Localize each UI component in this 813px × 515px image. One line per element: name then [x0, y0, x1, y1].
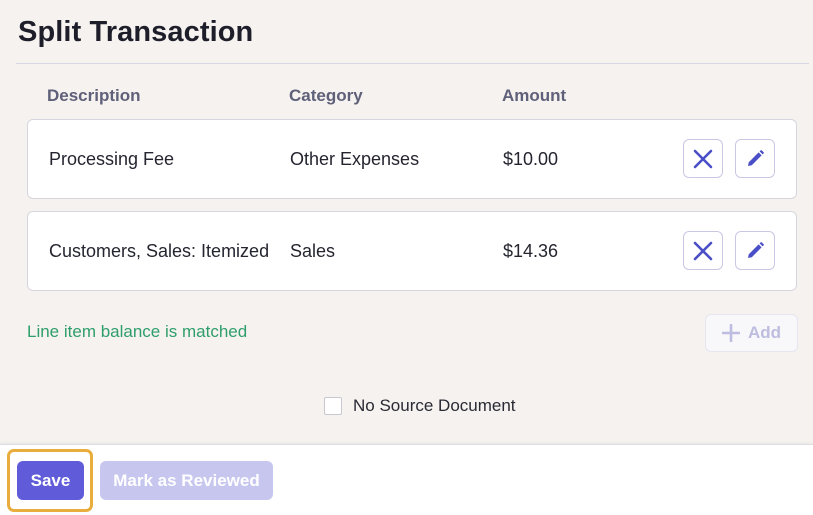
delete-line-button[interactable]	[683, 139, 723, 178]
edit-line-button[interactable]	[735, 231, 775, 270]
split-line-row: Customers, Sales: Itemized Sales $14.36	[27, 211, 797, 291]
no-source-document-option[interactable]: No Source Document	[324, 396, 516, 416]
delete-line-button[interactable]	[683, 231, 723, 270]
title-divider	[16, 63, 809, 64]
line-amount: $14.36	[503, 241, 559, 261]
no-source-document-label: No Source Document	[353, 396, 516, 415]
column-header-description: Description	[47, 86, 141, 105]
add-button-label: Add	[747, 323, 782, 342]
mark-as-reviewed-button[interactable]: Mark as Reviewed	[100, 461, 273, 500]
close-icon	[693, 241, 713, 260]
line-description: Processing Fee	[49, 149, 175, 169]
line-amount: $10.00	[503, 149, 559, 169]
plus-icon	[721, 324, 740, 342]
no-source-document-checkbox[interactable]	[324, 397, 342, 415]
close-icon	[693, 149, 713, 168]
column-header-amount: Amount	[502, 86, 567, 105]
split-transaction-panel: Split Transaction Description Category A…	[0, 0, 813, 515]
balance-status-text: Line item balance is matched	[27, 322, 248, 341]
column-header-category: Category	[289, 86, 363, 105]
line-description: Customers, Sales: Itemized	[49, 241, 270, 261]
add-line-button[interactable]: Add	[705, 314, 798, 352]
edit-line-button[interactable]	[735, 139, 775, 178]
page-title: Split Transaction	[18, 16, 254, 48]
split-line-row: Processing Fee Other Expenses $10.00	[27, 119, 797, 199]
pencil-icon	[748, 241, 764, 258]
line-category: Other Expenses	[290, 149, 420, 169]
pencil-icon	[748, 149, 764, 166]
save-button[interactable]: Save	[17, 461, 84, 500]
line-category: Sales	[290, 241, 336, 261]
